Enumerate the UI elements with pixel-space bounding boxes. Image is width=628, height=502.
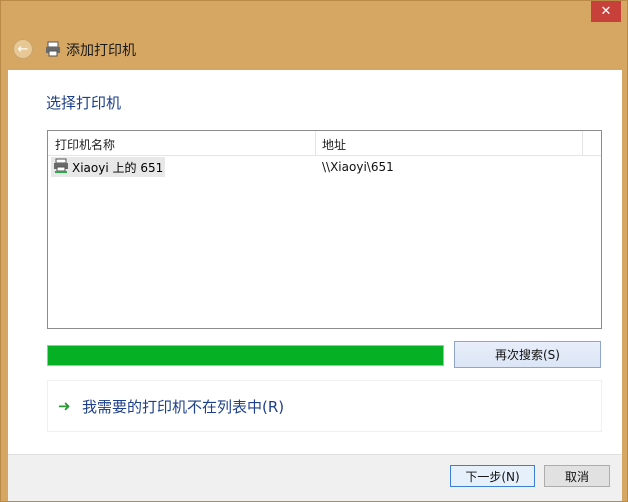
- column-header-name[interactable]: 打印机名称: [48, 131, 316, 155]
- list-header: 打印机名称 地址: [48, 131, 601, 156]
- progress-fill: [48, 346, 443, 365]
- close-icon: ✕: [600, 4, 612, 19]
- title-bar: ← 添加打印机: [1, 29, 627, 69]
- cancel-button[interactable]: 取消: [544, 465, 610, 487]
- arrow-right-icon: ➜: [58, 397, 71, 415]
- main-content: 选择打印机 打印机名称 地址 Xiaoyi 上的 651 \\Xiaoyi\65…: [8, 70, 622, 454]
- network-printer-icon: [53, 158, 69, 177]
- next-button[interactable]: 下一步(N): [450, 465, 535, 487]
- search-again-button[interactable]: 再次搜索(S): [454, 341, 601, 368]
- back-arrow-icon: ←: [17, 41, 29, 57]
- printer-row[interactable]: Xiaoyi 上的 651 \\Xiaoyi\651: [51, 157, 601, 177]
- page-heading: 选择打印机: [46, 94, 122, 112]
- printer-not-listed-text: 我需要的打印机不在列表中(R): [82, 397, 285, 416]
- printer-address: \\Xiaoyi\651: [322, 160, 394, 174]
- search-progress-bar: [47, 345, 444, 366]
- printer-list[interactable]: 打印机名称 地址 Xiaoyi 上的 651 \\Xiaoyi\651: [47, 130, 602, 329]
- back-button[interactable]: ←: [13, 39, 33, 59]
- dialog-footer: 下一步(N) 取消: [8, 454, 622, 501]
- close-button[interactable]: ✕: [591, 1, 621, 22]
- column-header-address[interactable]: 地址: [316, 131, 583, 155]
- window-title: 添加打印机: [66, 43, 136, 59]
- printer-name-cell[interactable]: Xiaoyi 上的 651: [51, 157, 165, 177]
- printer-not-listed-link[interactable]: ➜ 我需要的打印机不在列表中(R): [47, 380, 602, 432]
- printer-name: Xiaoyi 上的 651: [72, 160, 164, 175]
- printer-icon: [45, 41, 61, 60]
- add-printer-window: ✕ ← 添加打印机 选择打印机 打印机名称 地址 Xiaoyi 上的 651 \…: [0, 0, 628, 502]
